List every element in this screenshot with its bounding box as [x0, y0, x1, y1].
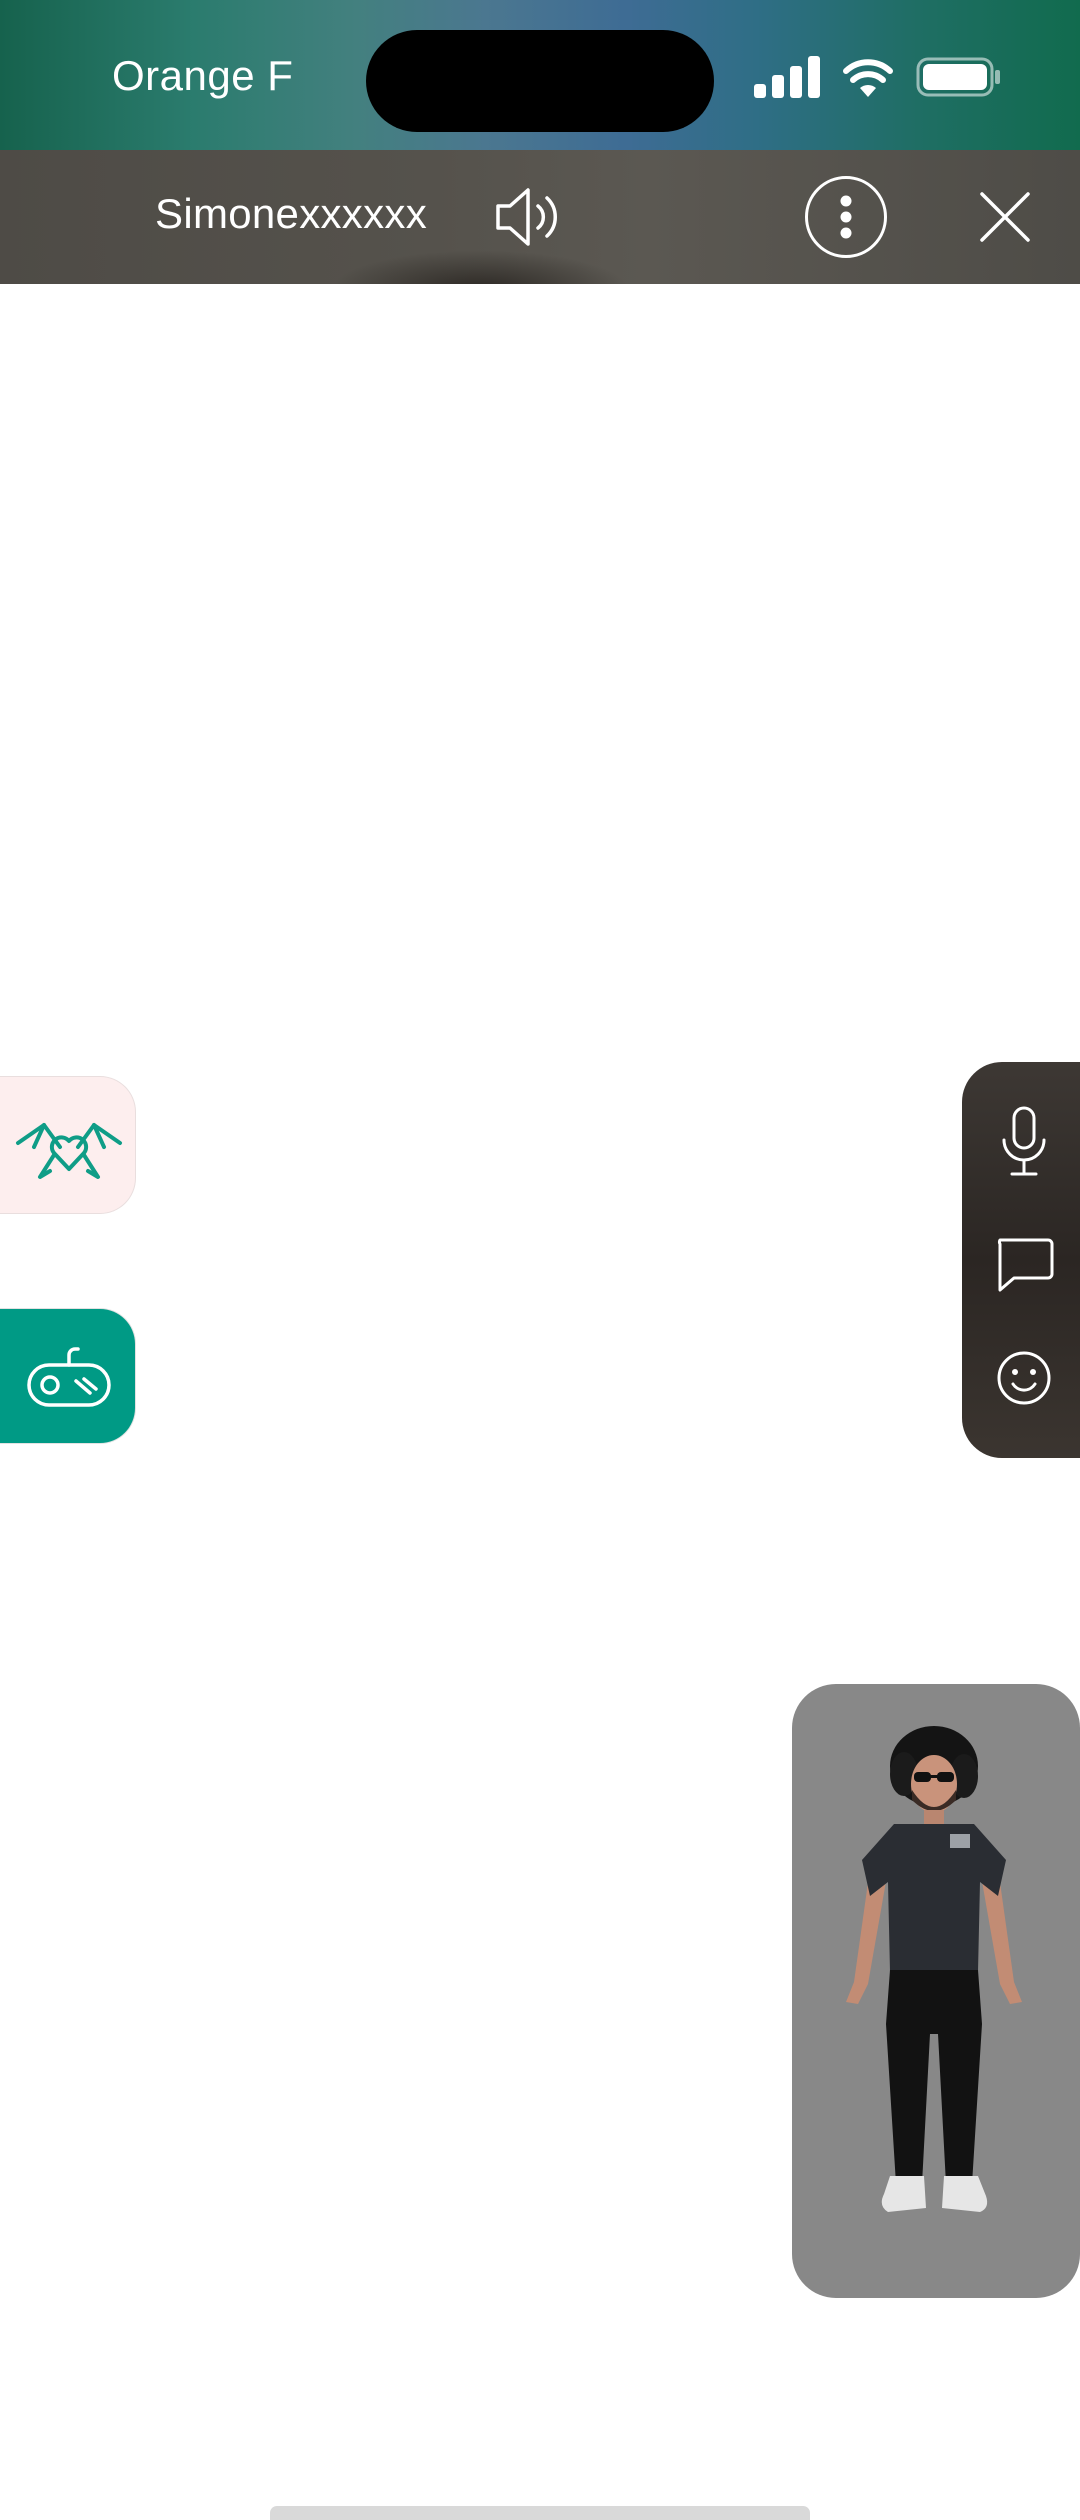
close-icon: [980, 192, 1030, 242]
wings-heart-button[interactable]: [0, 1076, 136, 1214]
wifi-icon: [843, 59, 893, 97]
game-controller-icon: [27, 1347, 111, 1407]
carrier-label: Orange F: [112, 52, 294, 99]
game-controller-button[interactable]: [0, 1308, 136, 1444]
chat-button[interactable]: [984, 1222, 1064, 1302]
wings-heart-icon: [16, 1123, 122, 1179]
user-name: Simonexxxxxx: [155, 190, 428, 237]
home-indicator[interactable]: [270, 2506, 810, 2520]
close-button[interactable]: [978, 190, 1032, 244]
screen: Orange F Simonexxxxxx: [0, 0, 1080, 2520]
microphone-icon: [1002, 1106, 1046, 1176]
microphone-button[interactable]: [984, 1102, 1064, 1182]
action-panel: [962, 1062, 1080, 1458]
status-bar: Orange F: [0, 0, 1080, 150]
dynamic-island: [366, 30, 714, 132]
speaker-button[interactable]: [494, 184, 564, 250]
speaker-icon: [496, 188, 557, 246]
more-options-icon: [840, 195, 852, 239]
emoji-button[interactable]: [984, 1338, 1064, 1418]
header-backdrop: [330, 250, 630, 284]
cellular-signal-icon: [754, 56, 820, 98]
avatar-figure: [846, 1726, 1022, 2212]
battery-icon: [916, 57, 1000, 97]
chat-bubble-icon: [997, 1238, 1054, 1292]
call-header: Simonexxxxxx: [0, 150, 1080, 284]
avatar-preview[interactable]: [792, 1684, 1080, 2298]
more-options-button[interactable]: [805, 176, 887, 258]
status-icons: [754, 56, 1002, 98]
smiley-icon: [997, 1351, 1051, 1405]
